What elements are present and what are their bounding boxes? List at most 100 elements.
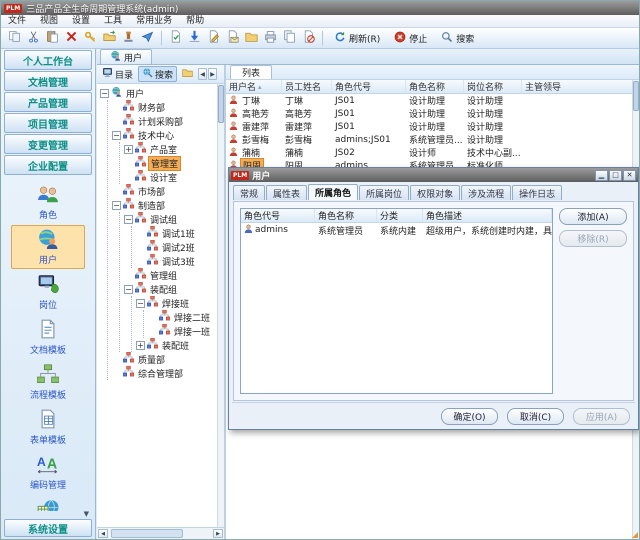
refresh-button[interactable]: 刷新(R) bbox=[327, 30, 387, 47]
apply-button[interactable]: 应用(A) bbox=[573, 408, 630, 425]
tab-list[interactable]: 列表 bbox=[230, 65, 272, 79]
tree-node[interactable]: 管理组 bbox=[124, 268, 224, 282]
stop-button[interactable]: 停止 bbox=[387, 30, 434, 47]
tree-node[interactable]: + 装配班 bbox=[136, 338, 224, 352]
tree-node-label[interactable]: 财务部 bbox=[136, 101, 167, 114]
tree-node-label[interactable]: 调试1班 bbox=[160, 227, 197, 240]
delete-button[interactable] bbox=[62, 30, 81, 47]
tree-node[interactable]: 设计室 bbox=[124, 170, 224, 184]
tree-node-label[interactable]: 调试2班 bbox=[160, 241, 197, 254]
tree-node[interactable]: − 用户 bbox=[100, 86, 224, 100]
menu-item-工具[interactable]: 工具 bbox=[97, 15, 129, 28]
maximize-icon[interactable]: □ bbox=[609, 170, 622, 181]
sidebar-item-编码管理[interactable]: AA 编码管理 bbox=[11, 450, 85, 494]
menu-item-设置[interactable]: 设置 bbox=[65, 15, 97, 28]
column-header-用户名[interactable]: 用户名▴ bbox=[226, 80, 282, 93]
tree-node[interactable]: 调试2班 bbox=[136, 240, 224, 254]
add-button[interactable]: 添加(A) bbox=[559, 208, 627, 225]
doc-revoke-button[interactable] bbox=[299, 30, 318, 47]
tree-node-label[interactable]: 装配组 bbox=[148, 283, 179, 296]
collapse-icon[interactable]: − bbox=[100, 89, 109, 98]
dialog-tab-属性表[interactable]: 属性表 bbox=[266, 185, 307, 200]
sidebar-category-个人工作台[interactable]: 个人工作台 bbox=[4, 50, 92, 70]
collapse-icon[interactable]: − bbox=[112, 131, 121, 140]
folder-view-button[interactable] bbox=[178, 66, 197, 82]
tree-node[interactable]: 质量部 bbox=[112, 352, 224, 366]
tree-node-label[interactable]: 技术中心 bbox=[136, 129, 176, 142]
close-icon[interactable]: ✕ bbox=[623, 170, 636, 181]
ok-button[interactable]: 确定(O) bbox=[441, 408, 498, 425]
tree-node-label[interactable]: 用户 bbox=[124, 87, 146, 100]
sidebar-item-对象分类[interactable]: 对象分类 bbox=[11, 495, 85, 511]
sidebar-category-企业配置[interactable]: 企业配置 bbox=[4, 155, 92, 175]
table-row[interactable]: 彭雪梅彭雪梅admins;JS01系统管理员...设计助理 bbox=[226, 133, 639, 146]
sidebar-item-用户[interactable]: 用户 bbox=[11, 225, 85, 269]
tree-node-label[interactable]: 设计室 bbox=[148, 171, 179, 184]
tree-node[interactable]: +产品室 bbox=[124, 142, 224, 156]
tree-node[interactable]: 调试1班 bbox=[136, 226, 224, 240]
tree-node[interactable]: − 技术中心 bbox=[112, 128, 224, 142]
sidebar-item-文档模板[interactable]: 文档模板 bbox=[11, 315, 85, 359]
dialog-tab-涉及流程[interactable]: 涉及流程 bbox=[461, 185, 511, 200]
tree-node[interactable]: 焊接二班 bbox=[148, 310, 224, 324]
tree-node[interactable]: 计划采购部 bbox=[112, 114, 224, 128]
cut-button[interactable] bbox=[24, 30, 43, 47]
doc-check-button[interactable] bbox=[166, 30, 185, 47]
tree-node-label[interactable]: 装配班 bbox=[160, 339, 191, 352]
dialog-column-角色名称[interactable]: 角色名称 bbox=[315, 209, 377, 222]
column-header-员工姓名[interactable]: 员工姓名 bbox=[282, 80, 332, 93]
expand-icon[interactable]: + bbox=[124, 145, 133, 154]
tree-node[interactable]: 管理室 bbox=[124, 156, 224, 170]
tree-node[interactable]: 焊接一班 bbox=[148, 324, 224, 338]
tree-node-label[interactable]: 焊接一班 bbox=[172, 325, 212, 338]
stamp-button[interactable] bbox=[119, 30, 138, 47]
tree-node-label[interactable]: 焊接二班 bbox=[172, 311, 212, 324]
sidebar-item-表单模板[interactable]: 表单模板 bbox=[11, 405, 85, 449]
tree-node-label[interactable]: 市场部 bbox=[136, 185, 167, 198]
sidebar-overflow-icon[interactable]: ▼ bbox=[84, 511, 89, 518]
tree-node-label[interactable]: 计划采购部 bbox=[136, 115, 185, 128]
tree-node[interactable]: − 调试组 bbox=[124, 212, 224, 226]
collapse-icon[interactable]: − bbox=[124, 215, 133, 224]
dialog-tab-所属岗位[interactable]: 所属岗位 bbox=[359, 185, 409, 200]
menu-item-帮助[interactable]: 帮助 bbox=[179, 15, 211, 28]
paste-button[interactable] bbox=[43, 30, 62, 47]
column-header-主管领导[interactable]: 主管领导 bbox=[522, 80, 639, 93]
column-header-岗位名称[interactable]: 岗位名称 bbox=[464, 80, 522, 93]
tab-users[interactable]: 用户 bbox=[100, 49, 152, 64]
send-button[interactable] bbox=[138, 30, 157, 47]
tree-node-label[interactable]: 综合管理部 bbox=[136, 367, 185, 380]
key-button[interactable] bbox=[81, 30, 100, 47]
table-row[interactable]: 丁琳丁琳JS01设计助理设计助理 bbox=[226, 94, 639, 107]
collapse-icon[interactable]: − bbox=[112, 201, 121, 210]
tab-search[interactable]: 搜索 bbox=[138, 66, 177, 82]
user-name[interactable]: 丁琳 bbox=[240, 94, 262, 107]
scroll-right-icon[interactable]: ▶ bbox=[213, 529, 223, 538]
checkout-folder-button[interactable] bbox=[100, 30, 119, 47]
sidebar-item-岗位[interactable]: 岗位 bbox=[11, 270, 85, 314]
dialog-table-row[interactable]: admins系统管理员系统内建超级用户，系统创建时内建，具有所有权限。 bbox=[241, 223, 552, 237]
menu-item-视图[interactable]: 视图 bbox=[33, 15, 65, 28]
folder-button[interactable] bbox=[242, 30, 261, 47]
sidebar-category-变更管理[interactable]: 变更管理 bbox=[4, 134, 92, 154]
tree-node-label[interactable]: 调试组 bbox=[148, 213, 179, 226]
tree-node[interactable]: −装配组 bbox=[124, 282, 224, 296]
cancel-button[interactable]: 取消(C) bbox=[507, 408, 564, 425]
docs-button[interactable] bbox=[280, 30, 299, 47]
tree-node[interactable]: 综合管理部 bbox=[112, 366, 224, 380]
search-button[interactable]: 搜索 bbox=[434, 30, 481, 47]
minimize-icon[interactable]: ▁ bbox=[595, 170, 608, 181]
sidebar-category-项目管理[interactable]: 项目管理 bbox=[4, 113, 92, 133]
tree-node[interactable]: 财务部 bbox=[112, 100, 224, 114]
menu-item-文件[interactable]: 文件 bbox=[1, 15, 33, 28]
dialog-tab-所属角色[interactable]: 所属角色 bbox=[308, 184, 358, 200]
sidebar-item-角色[interactable]: 角色 bbox=[11, 180, 85, 224]
tab-directory[interactable]: 目录 bbox=[98, 66, 137, 82]
expand-icon[interactable]: + bbox=[136, 341, 145, 350]
collapse-icon[interactable]: − bbox=[136, 299, 145, 308]
tree-vertical-scrollbar[interactable] bbox=[217, 84, 224, 527]
dialog-column-角色代号[interactable]: 角色代号 bbox=[241, 209, 315, 222]
user-name[interactable]: 高艳芳 bbox=[240, 107, 271, 120]
dialog-tab-权限对象[interactable]: 权限对象 bbox=[410, 185, 460, 200]
tree-node-label[interactable]: 质量部 bbox=[136, 353, 167, 366]
